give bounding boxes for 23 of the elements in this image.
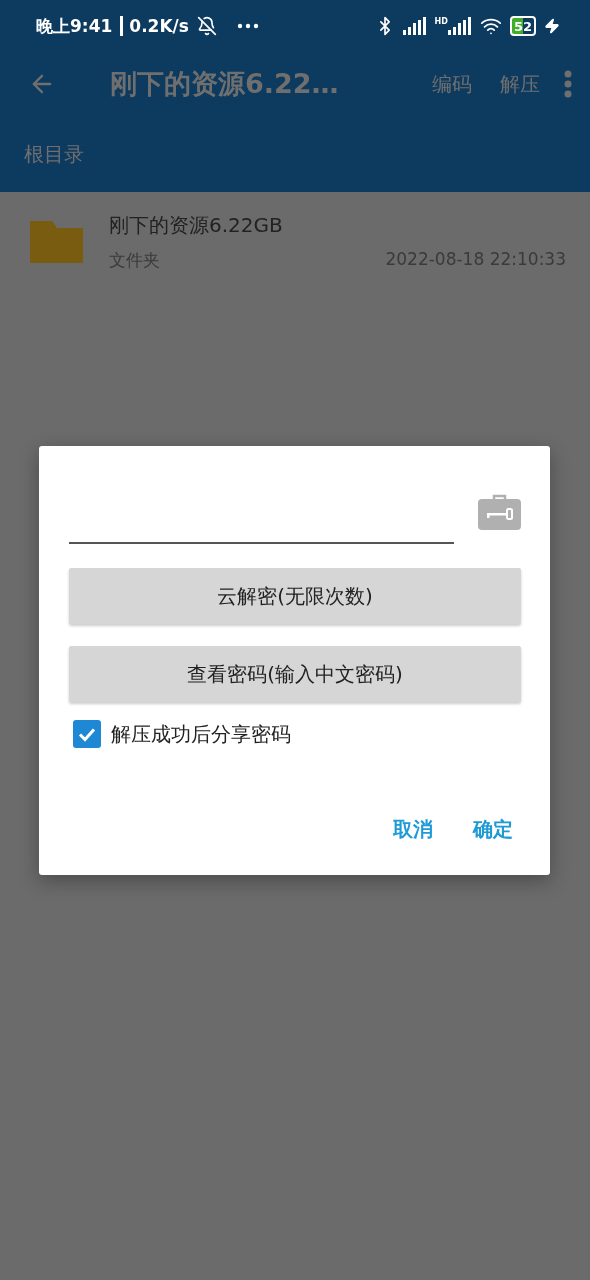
key-case-icon[interactable] bbox=[478, 493, 521, 530]
toolbar-action[interactable]: 解压 bbox=[486, 70, 554, 98]
bell-off-icon bbox=[196, 16, 217, 36]
dialog-button[interactable]: 云解密(无限次数) bbox=[69, 568, 521, 624]
breadcrumb[interactable]: 根目录 bbox=[24, 140, 84, 168]
dialog-button[interactable]: 查看密码(输入中文密码) bbox=[69, 646, 521, 702]
share-checkbox[interactable] bbox=[73, 720, 101, 748]
checkbox-label: 解压成功后分享密码 bbox=[111, 720, 291, 748]
toolbar-title: 刚下的资源6.22… bbox=[110, 67, 340, 101]
battery-icon: 52 bbox=[509, 16, 536, 36]
status-time: 晚上9:41 bbox=[36, 14, 113, 38]
signal-icon bbox=[402, 17, 427, 35]
overflow-menu-icon[interactable] bbox=[564, 70, 572, 98]
network-type-label: HD bbox=[434, 17, 448, 26]
charging-icon bbox=[544, 18, 560, 34]
folder-icon bbox=[28, 219, 85, 265]
dialog-action[interactable]: 取消 bbox=[385, 812, 441, 847]
more-dots-icon bbox=[236, 23, 259, 29]
file-name: 刚下的资源6.22GB bbox=[109, 212, 284, 239]
network-speed: 0.2K/s bbox=[120, 16, 189, 36]
dialog-action[interactable]: 确定 bbox=[465, 812, 521, 847]
signal-icon bbox=[447, 17, 472, 35]
toolbar-action[interactable]: 编码 bbox=[418, 70, 486, 98]
